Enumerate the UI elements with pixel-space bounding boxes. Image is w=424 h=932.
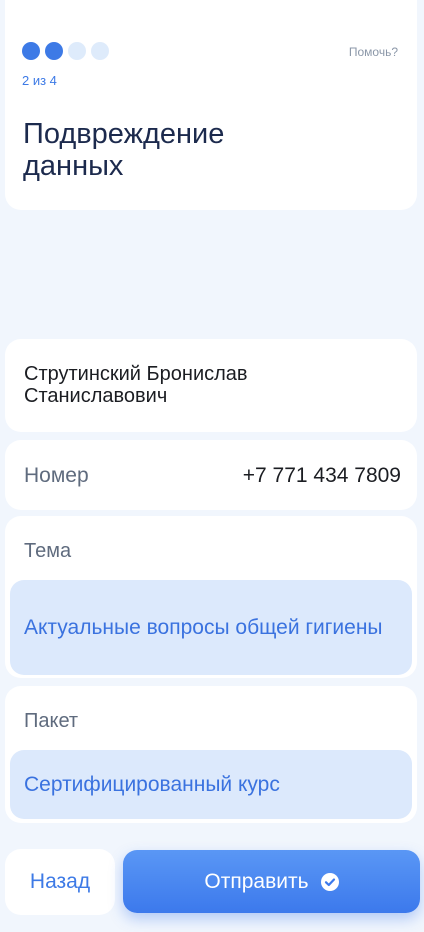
- full-name: Струтинский Бронислав Станиславович: [24, 363, 248, 407]
- help-link[interactable]: Помочь?: [349, 45, 398, 59]
- topic-select[interactable]: Актуальные вопросы общей гигиены: [10, 580, 412, 675]
- phone-label: Номер: [24, 464, 89, 487]
- step-dot-1: [22, 42, 40, 60]
- submit-button[interactable]: Отправить: [123, 850, 420, 913]
- name-card: Струтинский Бронислав Станиславович: [5, 339, 417, 432]
- check-circle-icon: [320, 872, 339, 891]
- page-title: Подвреждение данных: [23, 118, 225, 182]
- phone-value: +7 771 434 7809: [242, 464, 401, 487]
- topic-card: Тема Актуальные вопросы общей гигиены: [5, 516, 417, 678]
- topic-label: Тема: [24, 540, 72, 562]
- package-card: Пакет Сертифицированный курс: [5, 686, 417, 823]
- package-select[interactable]: Сертифицированный курс: [10, 750, 412, 819]
- package-label: Пакет: [24, 710, 79, 732]
- header-card: 2 из 4 Помочь? Подвреждение данных: [5, 0, 417, 210]
- phone-card: Номер +7 771 434 7809: [5, 440, 417, 510]
- step-dot-4: [91, 42, 109, 60]
- package-value: Сертифицированный курс: [24, 772, 280, 796]
- step-dot-2: [45, 42, 63, 60]
- step-indicator: [22, 42, 109, 60]
- topic-value: Актуальные вопросы общей гигиены: [24, 615, 383, 639]
- submit-button-label: Отправить: [204, 869, 309, 893]
- back-button[interactable]: Назад: [5, 849, 115, 915]
- step-counter: 2 из 4: [22, 73, 57, 88]
- step-dot-3: [68, 42, 86, 60]
